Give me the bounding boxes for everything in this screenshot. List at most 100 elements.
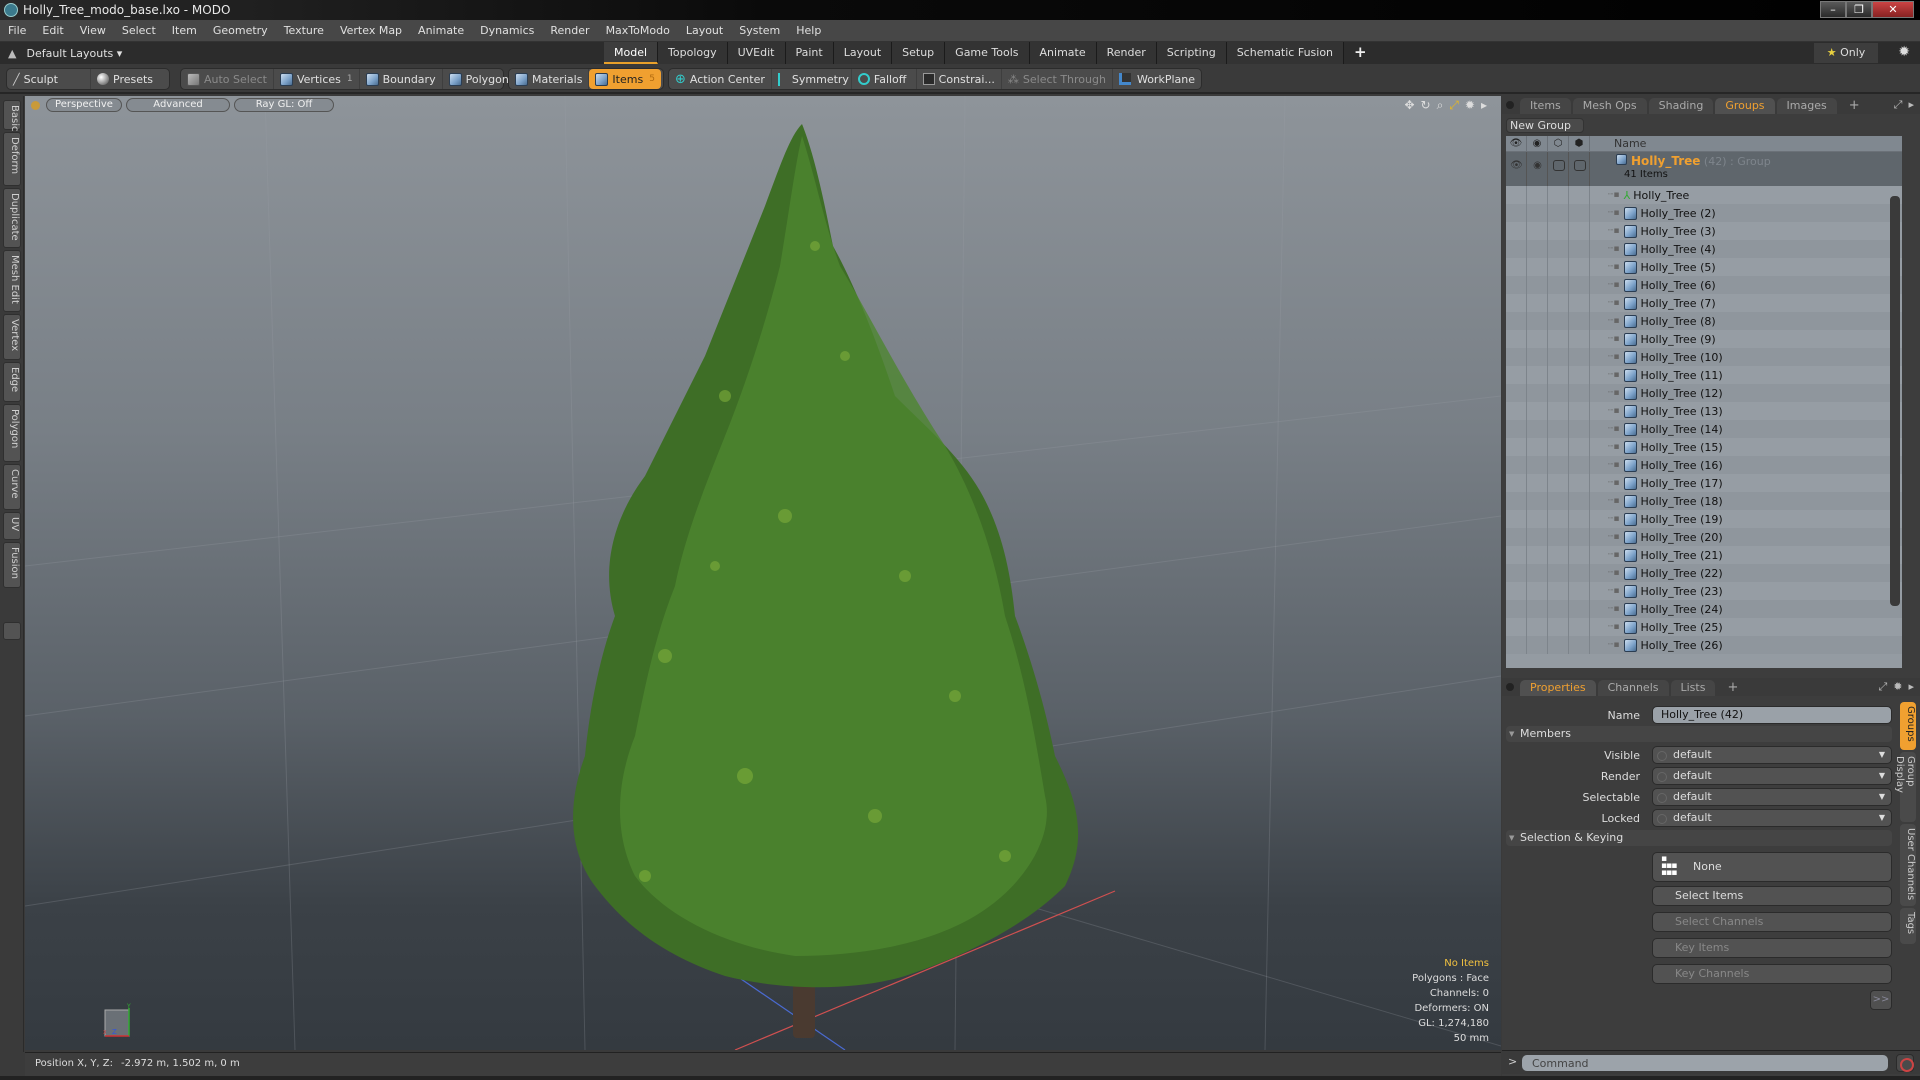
- menu-help[interactable]: Help: [788, 24, 829, 37]
- selection-keying-section[interactable]: Selection & Keying: [1506, 830, 1892, 846]
- maximize-icon[interactable]: ⤢: [1894, 98, 1903, 112]
- props-dot-icon[interactable]: [1506, 683, 1514, 691]
- list-item[interactable]: ┈▪ Holly_Tree (19): [1506, 510, 1902, 528]
- list-item[interactable]: ┈▪ Holly_Tree (12): [1506, 384, 1902, 402]
- minimize-button[interactable]: –: [1820, 1, 1846, 18]
- layout-tab-schematic-fusion[interactable]: Schematic Fusion: [1226, 42, 1345, 64]
- selectable-dropdown[interactable]: default ▼: [1652, 788, 1892, 806]
- members-section[interactable]: Members: [1506, 726, 1892, 742]
- menu-texture[interactable]: Texture: [276, 24, 332, 37]
- rotate-icon[interactable]: ↻: [1421, 98, 1431, 113]
- layout-arrow-icon[interactable]: ▲: [8, 47, 16, 60]
- restore-button[interactable]: ❐: [1846, 1, 1872, 18]
- tab-mesh-ops[interactable]: Mesh Ops: [1572, 98, 1647, 114]
- layout-tab-model[interactable]: Model: [604, 42, 659, 64]
- menu-edit[interactable]: Edit: [34, 24, 71, 37]
- left-tab-curve[interactable]: Curve: [3, 464, 21, 510]
- visibility-column-icon[interactable]: 👁: [1506, 136, 1527, 152]
- left-tab-mesh-edit[interactable]: Mesh Edit: [3, 250, 21, 312]
- render-column-icon[interactable]: ◉: [1527, 136, 1548, 152]
- menu-file[interactable]: File: [0, 24, 34, 37]
- constraints-button[interactable]: Constrai...: [917, 69, 1002, 89]
- lock-column-icon[interactable]: ⬡: [1548, 136, 1569, 152]
- visible-dropdown[interactable]: default ▼: [1652, 746, 1892, 764]
- side-tab-group-display[interactable]: Group Display: [1894, 752, 1916, 822]
- group-row-holly-tree[interactable]: 👁 ◉ Holly_Tree (42) : Group 41 Items: [1506, 152, 1902, 186]
- list-item[interactable]: ┈▪ Holly_Tree (26): [1506, 636, 1902, 654]
- view-mode-button[interactable]: Perspective: [46, 98, 122, 112]
- action-center-button[interactable]: ⊕ Action Center: [669, 69, 772, 89]
- command-input[interactable]: [1522, 1055, 1888, 1071]
- list-item[interactable]: ┈▪ Holly_Tree (8): [1506, 312, 1902, 330]
- default-layouts-dropdown[interactable]: Default Layouts ▾: [26, 47, 122, 60]
- menu-animate[interactable]: Animate: [410, 24, 472, 37]
- menu-dynamics[interactable]: Dynamics: [472, 24, 542, 37]
- boundary-button[interactable]: Boundary: [360, 69, 443, 89]
- props-arrow-icon[interactable]: ▸: [1908, 680, 1914, 694]
- left-tab-deform[interactable]: Deform: [3, 132, 21, 186]
- list-item[interactable]: ┈▪ Holly_Tree (5): [1506, 258, 1902, 276]
- add-layout-tab-button[interactable]: +: [1344, 42, 1377, 64]
- layout-tab-scripting[interactable]: Scripting: [1156, 42, 1227, 64]
- left-tab-basic[interactable]: Basic: [3, 100, 21, 131]
- list-item[interactable]: ┈▪ Holly_Tree (15): [1506, 438, 1902, 456]
- list-item[interactable]: ┈▪ Holly_Tree (14): [1506, 420, 1902, 438]
- tab-shading[interactable]: Shading: [1648, 98, 1714, 114]
- key-channels-button[interactable]: Key Channels: [1652, 964, 1892, 984]
- tab-items[interactable]: Items: [1520, 98, 1571, 114]
- render-toggle-icon[interactable]: ◉: [1527, 160, 1548, 174]
- layout-tab-animate[interactable]: Animate: [1029, 42, 1097, 64]
- workplane-button[interactable]: WorkPlane: [1113, 69, 1201, 89]
- fit-icon[interactable]: ⤢: [1449, 98, 1459, 113]
- pan-icon[interactable]: ✥: [1404, 98, 1414, 113]
- select-through-button[interactable]: ⁂ Select Through: [1002, 69, 1113, 89]
- left-tab-vertex[interactable]: Vertex: [3, 314, 21, 360]
- new-group-button[interactable]: New Group: [1506, 118, 1584, 133]
- list-item[interactable]: ┈▪ Holly_Tree (16): [1506, 456, 1902, 474]
- add-properties-tab-button[interactable]: +: [1717, 680, 1748, 696]
- list-item[interactable]: ┈▪ Holly_Tree (25): [1506, 618, 1902, 636]
- auto-select-button[interactable]: Auto Select: [181, 69, 274, 89]
- layout-tab-render[interactable]: Render: [1096, 42, 1157, 64]
- none-button[interactable]: ▪ ▪▪▪ ▪▪▪ None: [1652, 852, 1892, 882]
- record-macro-button[interactable]: [1896, 1054, 1914, 1072]
- left-tab-polygon[interactable]: Polygon: [3, 404, 21, 462]
- props-gear-icon[interactable]: ✹: [1893, 680, 1902, 694]
- lock-toggle[interactable]: [1548, 160, 1569, 174]
- menu-geometry[interactable]: Geometry: [205, 24, 276, 37]
- group-list-scrollbar[interactable]: [1890, 196, 1900, 606]
- layout-tab-game-tools[interactable]: Game Tools: [945, 42, 1030, 64]
- symmetry-button[interactable]: Symmetry: [772, 69, 852, 89]
- 3d-viewport[interactable]: Perspective Advanced Ray GL: Off ✥ ↻ ⌕ ⤢…: [25, 96, 1501, 1050]
- add-panel-tab-button[interactable]: +: [1839, 98, 1870, 114]
- list-item[interactable]: ┈▪ Holly_Tree (18): [1506, 492, 1902, 510]
- shading-mode-button[interactable]: Advanced: [126, 98, 230, 112]
- key-items-button[interactable]: Key Items: [1652, 938, 1892, 958]
- zoom-icon[interactable]: ⌕: [1437, 98, 1444, 113]
- list-item[interactable]: ┈▪ Holly_Tree (20): [1506, 528, 1902, 546]
- vertices-button[interactable]: Vertices 1: [274, 69, 360, 89]
- expand-right-icon[interactable]: ▸: [1481, 98, 1487, 113]
- menu-vertex-map[interactable]: Vertex Map: [332, 24, 410, 37]
- visibility-toggle-icon[interactable]: 👁: [1506, 160, 1527, 174]
- list-item[interactable]: ┈▪ Holly_Tree (11): [1506, 366, 1902, 384]
- list-item[interactable]: ┈▪ Holly_Tree (3): [1506, 222, 1902, 240]
- panel-arrow-icon[interactable]: ▸: [1908, 98, 1914, 112]
- layout-tab-topology[interactable]: Topology: [658, 42, 728, 64]
- side-tab-user-channels[interactable]: User Channels: [1900, 824, 1916, 906]
- menu-render[interactable]: Render: [542, 24, 597, 37]
- tab-lists[interactable]: Lists: [1670, 680, 1716, 696]
- list-item[interactable]: ┈▪ ⅄ Holly_Tree: [1506, 186, 1902, 204]
- list-item[interactable]: ┈▪ Holly_Tree (7): [1506, 294, 1902, 312]
- raygl-button[interactable]: Ray GL: Off: [234, 98, 334, 112]
- gear-icon[interactable]: ✹: [1898, 44, 1910, 60]
- left-tab-edge[interactable]: Edge: [3, 362, 21, 402]
- list-item[interactable]: ┈▪ Holly_Tree (9): [1506, 330, 1902, 348]
- falloff-button[interactable]: Falloff: [852, 69, 917, 89]
- list-item[interactable]: ┈▪ Holly_Tree (6): [1506, 276, 1902, 294]
- menu-view[interactable]: View: [72, 24, 114, 37]
- tab-groups[interactable]: Groups: [1715, 98, 1775, 114]
- sculpt-button[interactable]: ╱ Sculpt: [7, 69, 91, 89]
- materials-button[interactable]: Materials: [509, 69, 590, 89]
- left-tab-duplicate[interactable]: Duplicate: [3, 188, 21, 248]
